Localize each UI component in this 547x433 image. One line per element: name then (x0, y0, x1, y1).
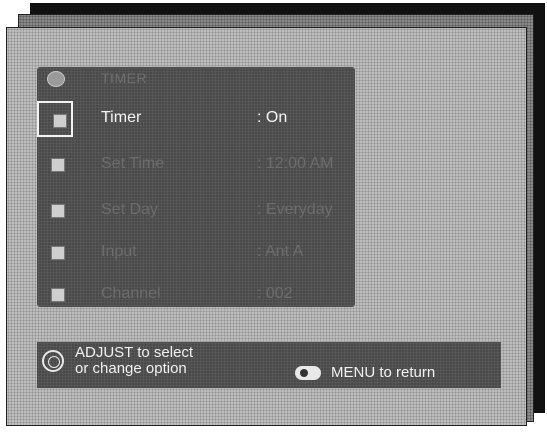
timer-menu-panel: TIMER Timer : On Set Time : 12:00 AM Set… (37, 67, 355, 307)
menu-row-label: Set Day (101, 201, 158, 218)
menu-item-icon-box (37, 235, 73, 271)
menu-row-set-day[interactable]: Set Day : Everyday (37, 193, 355, 233)
menu-row-value: : 12:00 AM (257, 155, 334, 172)
menu-row-value: : Everyday (257, 201, 333, 218)
menu-item-icon-box (37, 277, 73, 313)
menu-row-label: Set Time (101, 155, 165, 172)
menu-return-text: MENU to return (331, 364, 436, 381)
menu-item-icon-box (37, 147, 73, 183)
help-bar: ADJUST to select or change option MENU t… (37, 342, 501, 388)
menu-item-icon (51, 158, 65, 172)
menu-row-label: Input (101, 243, 137, 260)
menu-row-label: Timer (101, 109, 142, 126)
menu-item-icon (51, 288, 65, 302)
adjust-dial-icon (42, 350, 64, 372)
adjust-help-line1: ADJUST to select (75, 344, 194, 361)
menu-title-row: TIMER (37, 67, 355, 93)
menu-button-icon (295, 366, 321, 380)
timer-icon (47, 71, 65, 87)
adjust-help-line2: or change option (75, 360, 187, 377)
menu-row-value: : 002 (257, 285, 293, 302)
menu-title: TIMER (101, 70, 148, 86)
menu-item-icon (51, 204, 65, 218)
menu-row-label: Channel (101, 285, 161, 302)
menu-item-icon (53, 114, 67, 128)
menu-row-timer[interactable]: Timer : On (37, 101, 355, 141)
menu-row-value: : Ant A (257, 243, 304, 260)
menu-row-channel[interactable]: Channel : 002 (37, 277, 355, 317)
menu-row-set-time[interactable]: Set Time : 12:00 AM (37, 147, 355, 187)
menu-item-icon-box (37, 193, 73, 229)
menu-row-value: : On (257, 109, 288, 126)
menu-row-input[interactable]: Input : Ant A (37, 235, 355, 275)
menu-item-icon (51, 246, 65, 260)
selection-cursor (37, 101, 73, 137)
